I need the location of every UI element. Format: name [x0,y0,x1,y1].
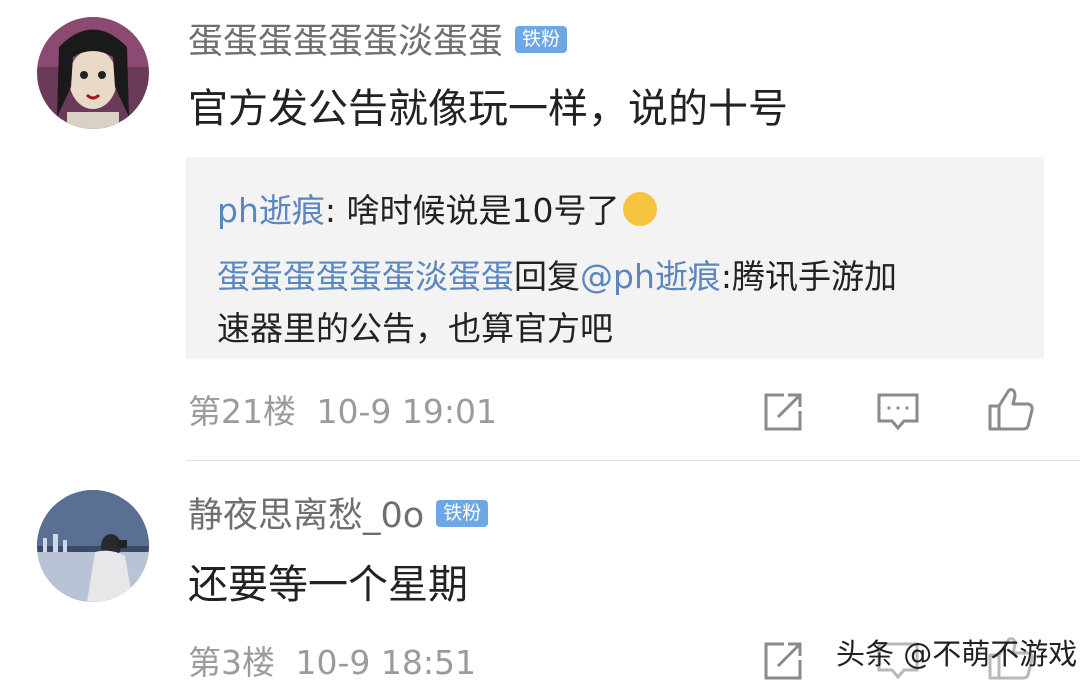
username-text[interactable]: 静夜思离愁_0o [188,496,424,536]
share-icon[interactable] [762,640,804,686]
fan-badge: 铁粉 [515,25,568,53]
comment-meta: 第3楼 10-9 18:51 [188,646,476,679]
comment-icon[interactable] [876,391,920,437]
like-icon[interactable] [987,386,1035,436]
reply-box[interactable]: ph逝痕: 啥时候说是10号了 蛋蛋蛋蛋蛋蛋淡蛋蛋回复@ph逝痕:腾讯手游加 速… [186,157,1044,359]
reply-mention[interactable]: @ph逝痕 [580,257,721,296]
reply-author[interactable]: ph逝痕 [217,191,325,230]
username[interactable]: 静夜思离愁_0o 铁粉 [188,496,489,536]
comment-1: 蛋蛋蛋蛋蛋蛋淡蛋蛋 铁粉 官方发公告就像玩一样，说的十号 ph逝痕: 啥时候说是1… [0,0,1080,460]
floor-number: 第3楼 [188,643,275,682]
reply-1: ph逝痕: 啥时候说是10号了 [217,191,658,230]
timestamp: 10-9 18:51 [295,643,477,682]
shush-emoji-icon [623,191,658,226]
avatar[interactable] [37,17,149,129]
comment-text: 官方发公告就像玩一样，说的十号 [188,86,788,132]
floor-number: 第21楼 [188,392,296,431]
timestamp: 10-9 19:01 [316,392,498,431]
username-text[interactable]: 蛋蛋蛋蛋蛋蛋淡蛋蛋 [188,22,503,62]
reply-separator: : [324,191,336,230]
comment-meta: 第21楼 10-9 19:01 [188,395,497,428]
reply-text: :腾讯手游加 [720,257,897,296]
comment-text: 还要等一个星期 [188,562,468,608]
watermark: 头条 @不萌不游戏 [836,637,1078,671]
reply-text: 啥时候说是10号了 [336,191,620,230]
reply-2-continued: 速器里的公告，也算官方吧 [217,309,613,348]
share-icon[interactable] [762,391,804,437]
reply-author[interactable]: 蛋蛋蛋蛋蛋蛋淡蛋蛋 [217,257,514,296]
reply-word: 回复 [514,257,580,296]
fan-badge: 铁粉 [436,499,489,527]
username[interactable]: 蛋蛋蛋蛋蛋蛋淡蛋蛋 铁粉 [188,22,568,62]
reply-2: 蛋蛋蛋蛋蛋蛋淡蛋蛋回复@ph逝痕:腾讯手游加 [217,260,897,293]
avatar[interactable] [37,490,149,602]
